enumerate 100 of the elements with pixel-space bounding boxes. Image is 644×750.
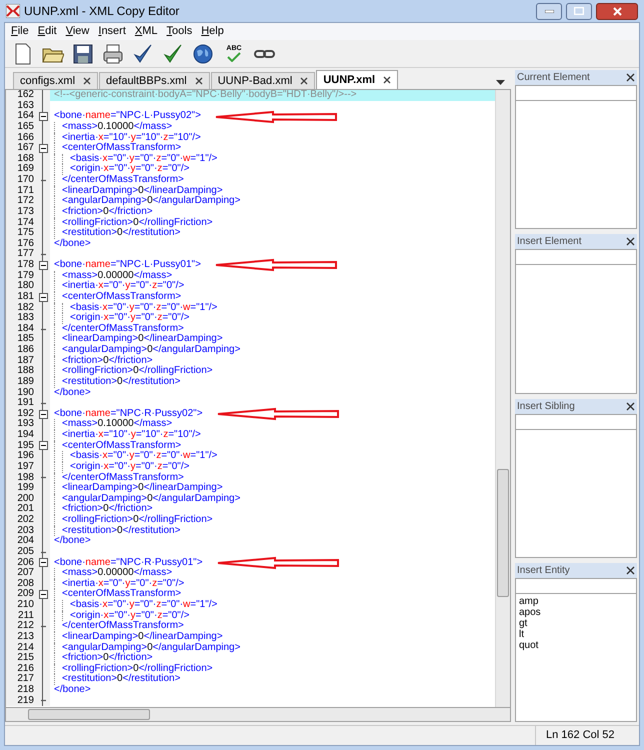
printer-icon <box>102 42 124 64</box>
line-number: 199 <box>6 483 36 494</box>
code-line: <angularDamping>0</angularDamping> <box>62 196 240 206</box>
code-line: <linearDamping>0</linearDamping> <box>62 483 223 494</box>
scrollbar-thumb[interactable] <box>497 469 509 597</box>
collapse-icon[interactable] <box>38 112 48 122</box>
line-number: 203 <box>6 526 36 536</box>
file-tab[interactable]: defaultBBPs.xml <box>99 72 210 89</box>
checkmark-icon <box>162 42 184 64</box>
code-line: <angularDamping>0</angularDamping> <box>62 642 240 653</box>
close-icon[interactable] <box>626 73 635 82</box>
line-number: 190 <box>6 388 36 398</box>
code-line: <mass>0.10000</mass> <box>62 419 172 430</box>
scrollbar-thumb[interactable] <box>28 709 150 720</box>
collapse-icon[interactable] <box>38 590 48 600</box>
line-number: 178 <box>6 260 36 271</box>
close-icon[interactable] <box>194 77 203 85</box>
code-comment: <!--<generic-constraint·bodyA="NPC·Belly"·bodyB="HDT·Belly"/>--> <box>54 90 357 101</box>
menu-item[interactable]: Help <box>201 23 224 40</box>
menu-item[interactable]: Insert <box>98 23 126 40</box>
code-line: <restitution>0</restitution> <box>62 228 180 238</box>
code-line: <basis·x="0"·y="0"·z="0"·w="1"/> <box>70 451 218 462</box>
code-line: <restitution>0</restitution> <box>62 526 180 536</box>
line-number: 217 <box>6 674 36 685</box>
panel-title: Insert Sibling <box>517 400 575 414</box>
horizontal-scrollbar[interactable] <box>5 708 511 722</box>
collapse-icon[interactable] <box>38 558 48 568</box>
code-line: <linearDamping>0</linearDamping> <box>62 632 223 642</box>
panel-title: Current Element <box>517 71 590 85</box>
collapse-icon[interactable] <box>38 260 48 270</box>
menu-item[interactable]: Edit <box>38 23 57 40</box>
menu-item[interactable]: View <box>66 23 90 40</box>
tab-label: UUNP-Bad.xml <box>218 74 292 89</box>
line-number: 194 <box>6 430 36 441</box>
line-number: 175 <box>6 228 36 239</box>
code-line: </bone> <box>54 238 91 250</box>
file-tab[interactable]: UUNP-Bad.xml <box>210 72 316 89</box>
line-number: 214 <box>6 642 36 654</box>
close-icon[interactable] <box>626 237 635 246</box>
line-number: 205 <box>6 546 36 558</box>
code-line: <linearDamping>0</linearDamping> <box>62 186 223 196</box>
line-number: 165 <box>6 122 36 132</box>
vertical-scrollbar[interactable] <box>495 90 510 707</box>
line-number: 169 <box>6 164 36 175</box>
panel-title: Insert Element <box>517 235 582 250</box>
collapse-icon[interactable] <box>38 410 48 419</box>
close-icon[interactable] <box>83 77 92 85</box>
code-line: </centerOfMassTransform> <box>62 175 184 186</box>
dropdown-icon[interactable] <box>496 78 505 85</box>
close-icon[interactable] <box>626 566 635 575</box>
list-item[interactable]: amp <box>519 596 633 607</box>
print-button[interactable] <box>101 42 125 66</box>
collapse-icon[interactable] <box>38 441 48 450</box>
line-number: 184 <box>6 324 36 334</box>
line-number: 204 <box>6 536 36 547</box>
list-item[interactable]: lt <box>519 628 633 640</box>
line-number: 206 <box>6 558 36 568</box>
file-tab[interactable]: configs.xml <box>13 72 98 89</box>
minimize-button[interactable] <box>536 2 562 20</box>
code-line: <origin·x="0"·y="0"·z="0"/> <box>70 164 190 174</box>
menu-item[interactable]: Tools <box>166 23 192 40</box>
globe-button[interactable] <box>191 42 215 66</box>
code-line: <angularDamping>0</angularDamping> <box>62 494 240 504</box>
minimize-icon <box>544 10 554 12</box>
close-icon[interactable] <box>383 76 392 84</box>
code-line: <inertia·x="10"·y="10"·z="10"/> <box>62 132 201 142</box>
maximize-button[interactable] <box>566 2 592 20</box>
menu-item[interactable]: XML <box>134 23 158 40</box>
app-logo-icon <box>6 4 20 18</box>
collapse-icon[interactable] <box>38 144 48 153</box>
code-line: <bone·name="NPC·L·Pussy01"> <box>54 260 201 270</box>
code-line: <origin·x="0"·y="0"·z="0"/> <box>70 610 190 621</box>
list-item[interactable]: apos <box>519 606 633 618</box>
close-button[interactable] <box>596 2 638 20</box>
line-number: 188 <box>6 366 36 377</box>
file-tab[interactable]: UUNP.xml <box>316 70 398 89</box>
list-item[interactable]: gt <box>519 618 633 629</box>
code-line: </centerOfMassTransform> <box>62 324 184 334</box>
collapse-icon[interactable] <box>38 292 48 302</box>
line-number: 210 <box>6 600 36 611</box>
code-line: <basis·x="0"·y="0"·z="0"·w="1"/> <box>70 154 218 164</box>
line-number: 174 <box>6 218 36 228</box>
code-line: <restitution>0</restitution> <box>62 376 180 388</box>
line-number: 186 <box>6 345 36 356</box>
line-number: 189 <box>6 376 36 388</box>
window-title: UUNP.xml - XML Copy Editor <box>24 3 180 20</box>
line-number: 218 <box>6 685 36 696</box>
tab-label: defaultBBPs.xml <box>106 74 187 89</box>
close-icon[interactable] <box>626 402 635 410</box>
list-item[interactable]: quot <box>519 640 633 651</box>
line-number: 180 <box>6 281 36 292</box>
line-number: 192 <box>6 408 36 420</box>
line-number: 215 <box>6 653 36 664</box>
close-icon[interactable] <box>300 77 308 85</box>
code-line: <rollingFriction>0</rollingFriction> <box>62 664 213 674</box>
tab-label: configs.xml <box>20 74 76 89</box>
line-number: 197 <box>6 462 36 472</box>
code-line: <bone·name="NPC·R·Pussy02"> <box>54 408 203 419</box>
save-button[interactable] <box>71 42 95 66</box>
menu-item[interactable]: File <box>11 23 29 40</box>
